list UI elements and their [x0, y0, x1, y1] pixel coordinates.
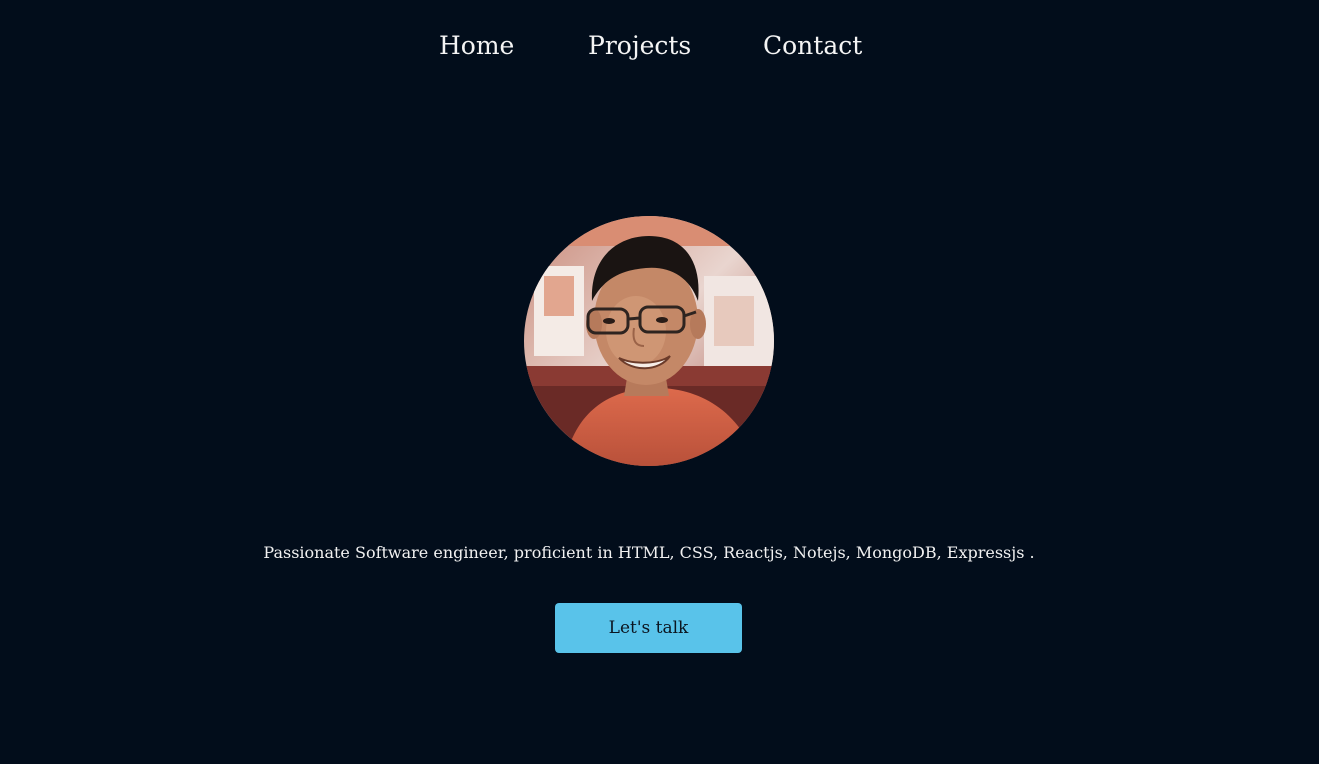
nav-home-link[interactable]: Home	[439, 28, 514, 64]
profile-photo-icon	[524, 216, 774, 466]
nav-contact-link[interactable]: Contact	[763, 28, 862, 64]
lets-talk-button[interactable]: Let's talk	[555, 603, 742, 653]
intro-tagline: Passionate Software engineer, proficient…	[263, 543, 1035, 562]
top-nav: Home Projects Contact	[0, 28, 1319, 68]
profile-avatar	[524, 216, 774, 466]
nav-projects-link[interactable]: Projects	[588, 28, 691, 64]
